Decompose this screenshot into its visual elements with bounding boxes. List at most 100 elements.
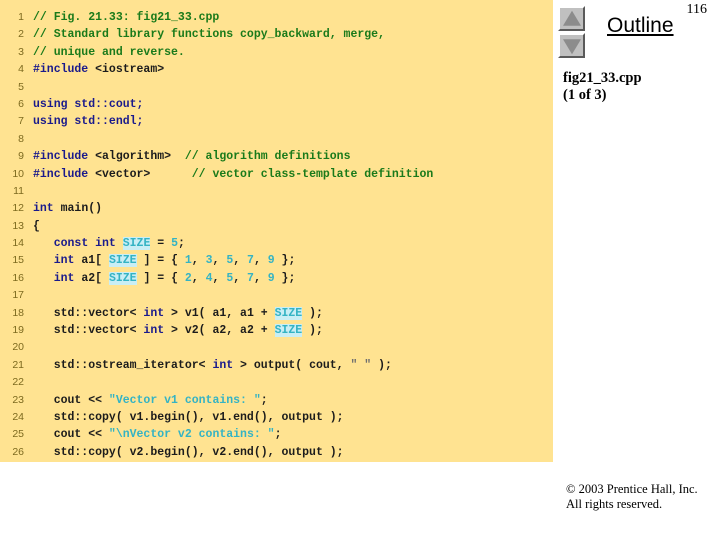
- code-token: 1: [184, 254, 192, 268]
- outline-file-name: fig21_33.cpp: [563, 70, 642, 86]
- code-token: );: [302, 324, 323, 338]
- code-token: std::vector<: [33, 324, 144, 338]
- code-token: ,: [253, 254, 268, 268]
- line-number: 8: [18, 132, 24, 145]
- scroll-down-button[interactable]: [558, 33, 585, 58]
- line-number: 13: [12, 219, 24, 232]
- code-token: SIZE: [274, 324, 303, 338]
- code-line: 25 cout << "\nVector v2 contains: ";: [0, 426, 553, 443]
- line-number: 25: [12, 428, 24, 441]
- scroll-up-button[interactable]: [558, 6, 585, 31]
- code-token: ,: [191, 254, 206, 268]
- code-line: 16 int a2[ SIZE ] = { 2, 4, 5, 7, 9 };: [0, 270, 553, 287]
- line-number: 16: [12, 271, 24, 284]
- code-text: std::copy( v2.begin(), v2.end(), output …: [33, 444, 344, 461]
- code-line: 1 // Fig. 21.33: fig21_33.cpp: [0, 9, 553, 26]
- line-number: 2: [18, 28, 24, 41]
- line-number: 7: [18, 115, 24, 128]
- line-number: 18: [12, 306, 24, 319]
- code-line: 4 #include <iostream>: [0, 61, 553, 78]
- code-line: 12 int main(): [0, 200, 553, 217]
- code-token: using std::endl;: [33, 115, 144, 129]
- code-line: 11: [0, 183, 553, 200]
- code-token: int: [53, 254, 75, 268]
- code-token: SIZE: [274, 306, 303, 320]
- code-text: using std::endl;: [33, 113, 143, 130]
- code-token: {: [33, 219, 40, 233]
- code-text: int main(): [33, 200, 102, 217]
- code-text: #include <vector> // vector class-templa…: [33, 166, 433, 183]
- code-token: cout <<: [33, 428, 109, 442]
- code-token: SIZE: [108, 254, 137, 268]
- code-text: // unique and reverse.: [33, 44, 185, 61]
- code-token: ,: [233, 254, 248, 268]
- outline-file-part: (1 of 3): [563, 87, 607, 103]
- code-line: 20: [0, 339, 553, 356]
- code-line: 24 std::copy( v1.begin(), v1.end(), outp…: [0, 409, 553, 426]
- outline-heading: Outline: [607, 14, 674, 37]
- code-text: const int SIZE = 5;: [33, 235, 185, 252]
- code-text: // Fig. 21.33: fig21_33.cpp: [33, 9, 219, 26]
- line-number: 23: [12, 393, 24, 406]
- line-number: 24: [12, 410, 24, 423]
- code-token: ,: [191, 271, 206, 285]
- code-line: 19 std::vector< int > v2( a2, a2 + SIZE …: [0, 322, 553, 339]
- code-token: <iostream>: [88, 63, 165, 77]
- copyright-line-2: All rights reserved.: [566, 497, 663, 511]
- code-token: > v1( a1, a1 +: [164, 306, 275, 320]
- code-token: "Vector v1 contains: ": [108, 393, 261, 407]
- code-token: 9: [267, 254, 275, 268]
- line-number: 3: [18, 45, 24, 58]
- code-text: std::vector< int > v1( a1, a1 + SIZE );: [33, 305, 323, 322]
- code-token: SIZE: [122, 237, 151, 251]
- code-token: a1[: [74, 254, 109, 268]
- code-token: =: [150, 237, 172, 251]
- code-text: int a1[ SIZE ] = { 1, 3, 5, 7, 9 };: [33, 252, 295, 269]
- code-token: 4: [205, 271, 213, 285]
- code-line: 5: [0, 79, 553, 96]
- code-lines-container: 1 // Fig. 21.33: fig21_33.cpp 2 // Standard…: [0, 9, 553, 461]
- code-token: ] = {: [136, 254, 185, 268]
- line-number: 10: [12, 167, 24, 180]
- page-number: 116: [686, 2, 707, 17]
- code-line: 3 // unique and reverse.: [0, 44, 553, 61]
- code-token: ,: [233, 271, 248, 285]
- outline-file-info: fig21_33.cpp (1 of 3): [563, 70, 642, 104]
- code-token: int: [33, 202, 54, 216]
- code-text: cout << "\nVector v2 contains: ";: [33, 426, 282, 443]
- code-token: 7: [247, 271, 254, 285]
- outline-panel: 116 Outline fig21_33.cpp (1 of 3) © 2003…: [553, 0, 720, 540]
- code-token: int: [143, 324, 165, 338]
- code-line: 6 using std::cout;: [0, 96, 553, 113]
- code-token: using std::cout;: [33, 97, 144, 111]
- line-number: 14: [12, 237, 24, 250]
- code-text: #include <algorithm> // algorithm defini…: [33, 148, 350, 165]
- line-number: 15: [12, 254, 24, 267]
- code-token: ,: [212, 271, 227, 285]
- code-token: // Fig. 21.33: fig21_33.cpp: [33, 11, 220, 24]
- code-line: 9 #include <algorithm> // algorithm defin…: [0, 148, 553, 165]
- code-text: cout << "Vector v1 contains: ";: [33, 392, 268, 409]
- code-text: #include <iostream>: [33, 61, 164, 78]
- code-text: std::ostream_iterator< int > output( cou…: [33, 357, 392, 374]
- code-token: // vector class-template definition: [191, 167, 434, 181]
- code-token: 9: [267, 271, 275, 285]
- code-token: const int: [53, 237, 116, 251]
- triangle-down-icon: [562, 38, 581, 54]
- line-number: 26: [12, 445, 24, 458]
- code-token: // unique and reverse.: [33, 45, 185, 59]
- code-text: int a2[ SIZE ] = { 2, 4, 5, 7, 9 };: [33, 270, 295, 287]
- code-token: );: [371, 358, 392, 372]
- code-token: > v2( a2, a2 +: [164, 324, 275, 338]
- code-token: 5: [171, 237, 178, 251]
- code-token: SIZE: [108, 271, 137, 285]
- code-line: 17: [0, 287, 553, 304]
- code-token: std::copy( v2.begin(), v2.end(), output …: [33, 445, 344, 459]
- code-line: 7 using std::endl;: [0, 113, 553, 130]
- code-token: "\nVector v2 contains: ": [108, 428, 275, 442]
- code-token: };: [274, 271, 296, 285]
- code-token: #include: [33, 150, 89, 164]
- line-number: 22: [12, 376, 24, 389]
